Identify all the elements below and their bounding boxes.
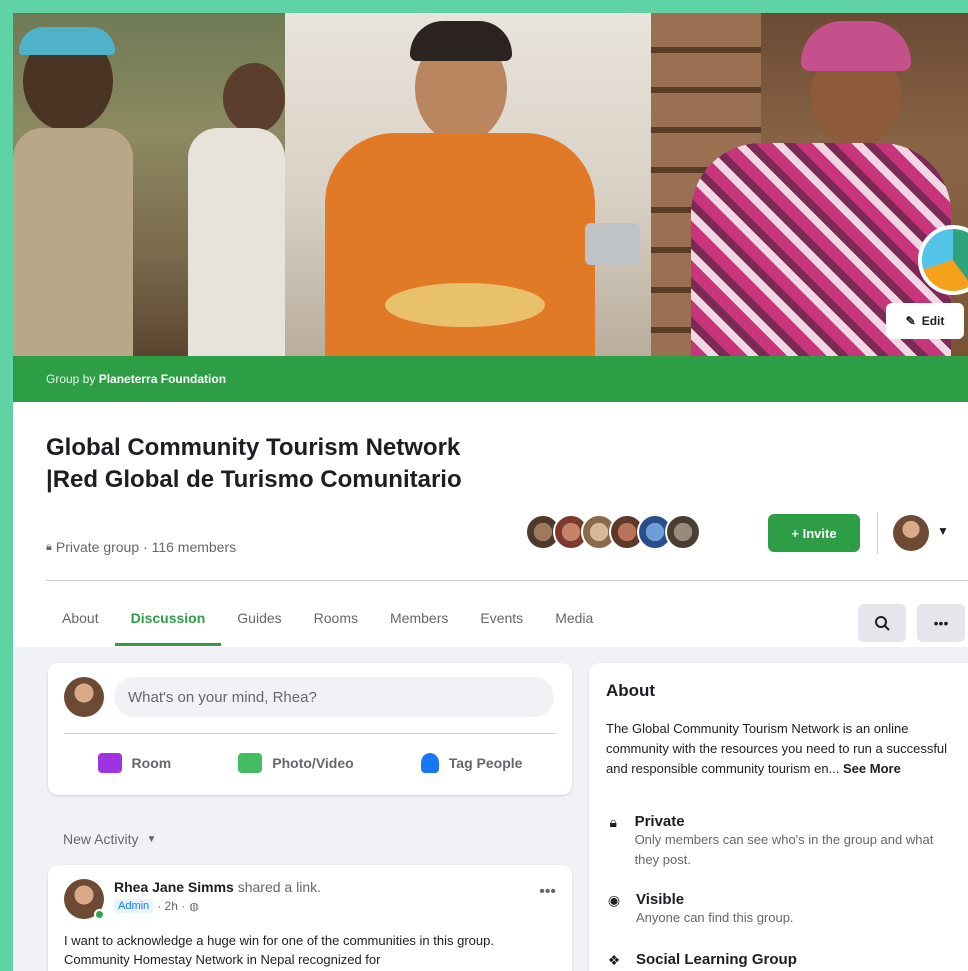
globe-icon: ◍ — [189, 900, 199, 913]
tag-people-button[interactable]: Tag People — [420, 753, 523, 773]
tab-rooms[interactable]: Rooms — [298, 592, 374, 644]
avatar[interactable] — [665, 514, 701, 550]
photo-video-label: Photo/Video — [272, 755, 354, 771]
group-by-prefix: Group by — [46, 372, 96, 386]
about-card: About The Global Community Tourism Netwo… — [589, 663, 968, 971]
admin-badge: Admin — [114, 899, 154, 913]
group-header: Global Community Tourism Network |Red Gl… — [13, 402, 968, 647]
avatar[interactable] — [64, 677, 104, 717]
tab-about[interactable]: About — [46, 592, 115, 644]
post-action: shared a link. — [233, 879, 322, 895]
tab-discussion[interactable]: Discussion — [114, 592, 222, 646]
privacy-title: Private — [634, 813, 685, 830]
post-composer: Room Photo/Video Tag People — [48, 663, 572, 795]
about-description: The Global Community Tourism Network is … — [606, 719, 956, 779]
search-button[interactable] — [858, 604, 906, 642]
video-room-icon — [97, 753, 122, 773]
pencil-icon: ✎ — [905, 314, 916, 328]
lock-icon: 🔒︎ — [609, 814, 617, 830]
photo-video-button[interactable]: Photo/Video — [238, 753, 354, 773]
invite-button[interactable]: + Invite — [768, 514, 860, 552]
divider — [64, 733, 556, 734]
more-icon: ••• — [933, 615, 949, 631]
person-shirt — [13, 128, 133, 356]
composer-input[interactable] — [114, 677, 554, 717]
tag-people-label: Tag People — [448, 755, 523, 771]
woman-hair — [410, 21, 512, 61]
online-status-icon — [94, 909, 105, 920]
photo-icon — [238, 753, 263, 773]
more-options-button[interactable]: ••• — [917, 604, 965, 642]
group-page: ✎ Edit Group by Planeterra Foundation Gl… — [13, 13, 968, 971]
post-meta: Admin · 2h · ◍ — [114, 899, 199, 913]
group-type-title: Social Learning Group — [636, 951, 797, 968]
profile-avatar-button[interactable] — [893, 515, 929, 551]
post-author-link[interactable]: Rhea Jane Simms — [114, 879, 234, 895]
group-type-item: ❖ Social Learning Group — [606, 951, 961, 969]
room-label: Room — [131, 755, 172, 771]
visibility-title: Visible — [636, 891, 685, 908]
divider — [877, 512, 878, 554]
member-avatars[interactable] — [525, 514, 701, 550]
feed-sort-label: New Activity — [63, 831, 139, 847]
post-body: I want to acknowledge a huge win for one… — [64, 933, 494, 967]
person-figure-2 — [223, 63, 285, 133]
edit-cover-button[interactable]: ✎ Edit — [886, 303, 964, 339]
privacy-info[interactable]: 🔒︎ Private group · 116 members — [46, 539, 236, 555]
bread-plate — [385, 283, 545, 327]
group-tabs: About Discussion Guides Rooms Members Ev… — [46, 592, 609, 646]
tab-members[interactable]: Members — [374, 592, 464, 644]
caret-down-icon: ▼ — [146, 833, 157, 845]
privacy-description: Only members can see who's in the group … — [634, 832, 934, 867]
composer-actions: Room Photo/Video Tag People — [64, 741, 556, 785]
cover-photo: ✎ Edit — [13, 13, 968, 356]
search-icon — [875, 616, 890, 631]
tab-events[interactable]: Events — [464, 592, 539, 644]
post-options-button[interactable]: ••• — [539, 883, 556, 901]
privacy-item: 🔒︎ Private Only members can see who's in… — [606, 813, 961, 870]
person-apron — [188, 128, 285, 356]
lock-icon: 🔒︎ — [46, 540, 52, 553]
group-owner-link[interactable]: Planeterra Foundation — [99, 372, 226, 386]
privacy-label: Private group · 116 members — [55, 539, 237, 555]
cover-photo-panel-left — [13, 13, 285, 356]
eye-icon: ◉ — [607, 892, 621, 908]
learning-icon: ❖ — [607, 952, 621, 968]
about-heading: About — [606, 681, 656, 700]
tab-media[interactable]: Media — [539, 592, 609, 644]
visibility-description: Anyone can find this group. — [636, 910, 794, 925]
see-more-link[interactable]: See More — [843, 761, 901, 776]
post-time[interactable]: · 2h · — [157, 899, 185, 913]
cover-photo-panel-center — [285, 13, 651, 356]
divider — [46, 580, 968, 581]
feed-sort-dropdown[interactable]: New Activity ▼ — [63, 831, 156, 847]
feed-post: Rhea Jane Simms shared a link. Admin · 2… — [48, 865, 572, 971]
knit-hat — [19, 27, 115, 55]
caret-down-icon[interactable]: ▼ — [937, 524, 949, 538]
room-button[interactable]: Room — [97, 753, 172, 773]
group-owner-banner: Group by Planeterra Foundation — [13, 356, 968, 402]
post-header: Rhea Jane Simms shared a link. — [114, 879, 321, 895]
page-title: Global Community Tourism Network |Red Gl… — [46, 434, 462, 493]
tab-guides[interactable]: Guides — [221, 592, 297, 644]
tag-people-icon — [420, 753, 439, 773]
cooking-pot — [585, 223, 640, 265]
visibility-item: ◉ Visible Anyone can find this group. — [606, 891, 961, 928]
edit-cover-label: Edit — [921, 314, 945, 328]
chullo-hat — [801, 21, 911, 71]
